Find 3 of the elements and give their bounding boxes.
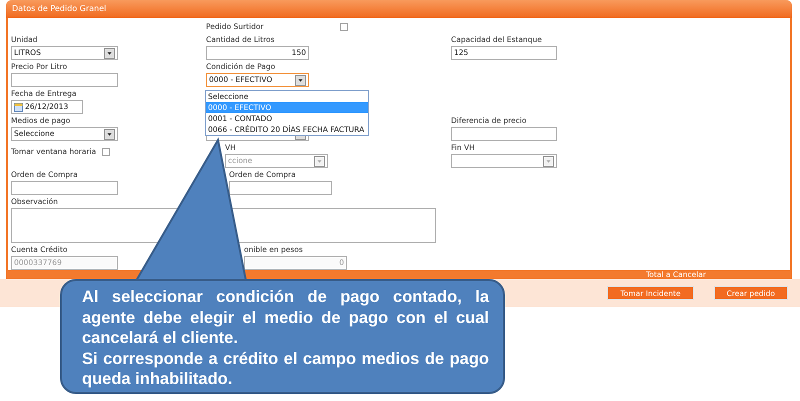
panel-title: Datos de Pedido Granel xyxy=(6,0,792,18)
callout-text: Al seleccionar condición de pago contado, la agente debe elegir el medio de pago con el cual cancelará el cliente. xyxy=(82,287,489,348)
callout-text: Si corresponde a crédito el campo medios de pago queda inhabilitado. xyxy=(82,348,489,390)
